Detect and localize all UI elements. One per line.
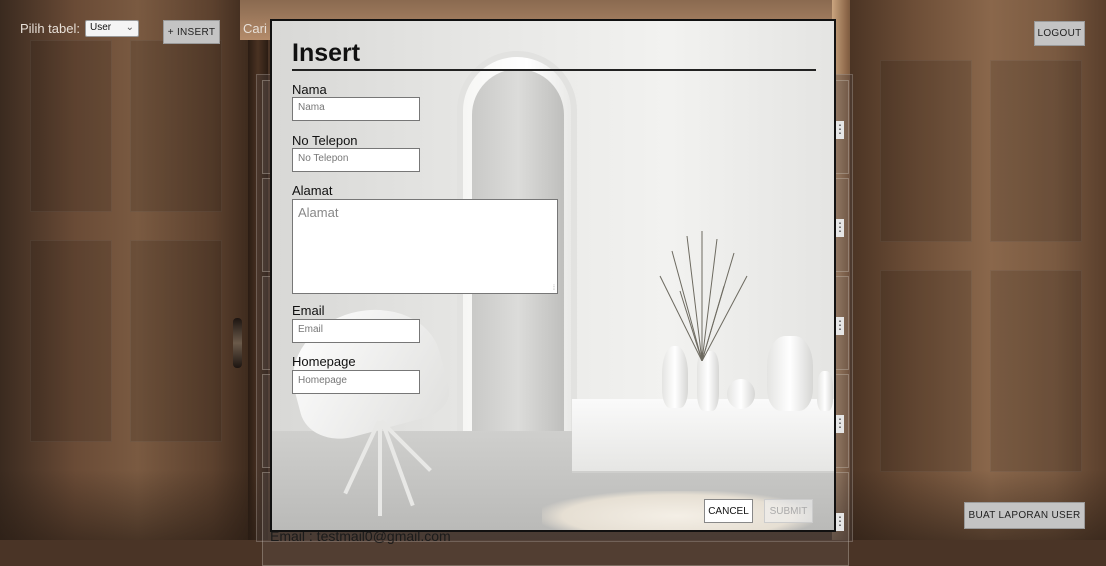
resize-handle-icon[interactable]: ⁞ <box>553 285 555 292</box>
table-select[interactable]: User ⌄ <box>85 20 139 37</box>
nama-input[interactable]: Nama <box>292 97 420 121</box>
create-user-report-button[interactable]: BUAT LAPORAN USER <box>964 502 1085 529</box>
insert-button[interactable]: + INSERT <box>163 20 220 44</box>
table-select-value: User <box>90 22 112 33</box>
homepage-input[interactable]: Homepage <box>292 370 420 394</box>
modal-title: Insert <box>292 39 361 67</box>
no-telepon-input[interactable]: No Telepon <box>292 148 420 172</box>
door-panel <box>880 60 972 242</box>
door-panel <box>130 240 222 442</box>
insert-modal: Insert Nama Nama No Telepon No Telepon A… <box>270 19 836 532</box>
email-input[interactable]: Email <box>292 319 420 343</box>
logout-button[interactable]: LOGOUT <box>1034 21 1085 46</box>
cancel-button[interactable]: CANCEL <box>704 499 753 523</box>
chevron-down-icon: ⌄ <box>125 22 134 33</box>
alamat-label: Alamat <box>292 183 333 198</box>
email-label: Email <box>292 303 325 318</box>
door-panel <box>990 60 1082 242</box>
submit-button[interactable]: SUBMIT <box>764 499 813 523</box>
door-panel <box>880 270 972 472</box>
door-panel <box>130 40 222 212</box>
nama-label: Nama <box>292 82 327 97</box>
search-label: Cari <box>243 21 267 36</box>
door-panel <box>30 40 112 212</box>
door-panel <box>990 270 1082 472</box>
alamat-textarea[interactable]: Alamat ⁞ <box>292 199 558 294</box>
no-telepon-label: No Telepon <box>292 133 358 148</box>
door-panel <box>30 240 112 442</box>
homepage-label: Homepage <box>292 354 356 369</box>
table-select-label: Pilih tabel: <box>20 21 80 36</box>
title-divider <box>292 69 816 71</box>
door-handle-image <box>233 318 242 368</box>
alamat-placeholder: Alamat <box>298 205 339 220</box>
